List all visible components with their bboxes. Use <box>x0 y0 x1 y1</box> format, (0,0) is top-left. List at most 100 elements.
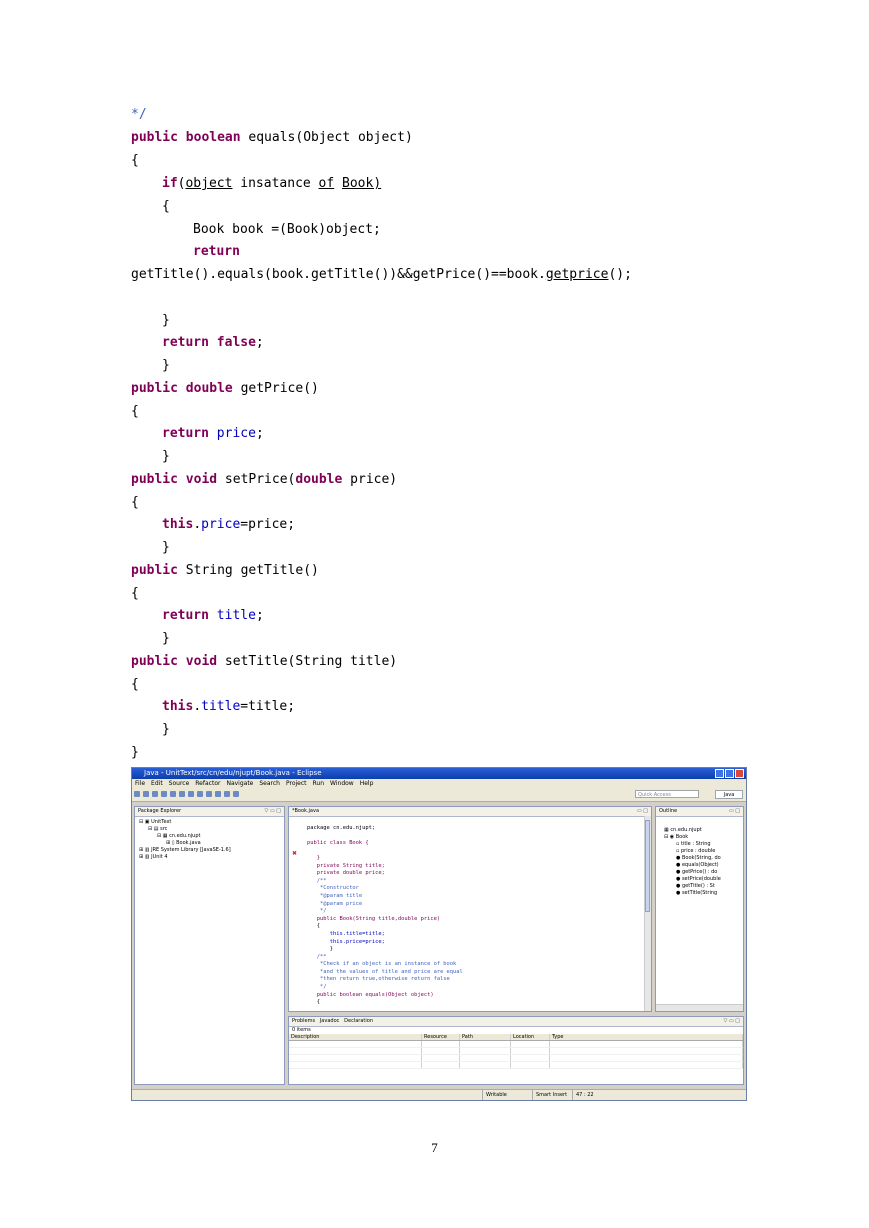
menu-run[interactable]: Run <box>313 780 325 787</box>
window-title: Java - UnitText/src/cn/edu/njupt/Book.ja… <box>144 769 322 777</box>
quick-access-input[interactable]: Quick Access <box>635 790 699 798</box>
code-line: public boolean equals(Object object) <box>131 130 413 145</box>
menu-help[interactable]: Help <box>360 780 374 787</box>
code-line: } <box>162 449 170 464</box>
code-line: */ <box>131 107 147 122</box>
code-line: return false; <box>162 335 264 350</box>
new-icon[interactable] <box>134 791 140 797</box>
outline-item[interactable]: ● equals(Object) <box>664 862 743 869</box>
code-line: } <box>162 631 170 646</box>
outline-panel: Outline ▭ □ ▦ cn.edu.njupt ⊟ ◉ Book ▫ tit… <box>655 806 744 1012</box>
java-perspective-button[interactable]: Java <box>715 790 743 799</box>
window-title-bar: Java - UnitText/src/cn/edu/njupt/Book.ja… <box>132 768 746 779</box>
menu-source[interactable]: Source <box>169 780 190 787</box>
back-icon[interactable] <box>224 791 230 797</box>
status-cursor-position: 47 : 22 <box>572 1090 594 1100</box>
menu-bar: File Edit Source Refactor Navigate Search Proj… <box>132 779 746 788</box>
code-editor[interactable]: package cn.edu.njupt; public class Book … <box>289 817 651 1007</box>
run-icon[interactable] <box>170 791 176 797</box>
menu-edit[interactable]: Edit <box>151 780 163 787</box>
menu-search[interactable]: Search <box>259 780 280 787</box>
code-line: { <box>162 199 170 214</box>
menu-window[interactable]: Window <box>330 780 354 787</box>
outline-item[interactable]: ▫ title : String <box>664 841 743 848</box>
minimize-icon[interactable] <box>715 769 724 778</box>
debug-icon[interactable] <box>161 791 167 797</box>
table-row <box>289 1054 743 1062</box>
tab-package-explorer[interactable]: Package Explorer ▽ ▭ □ <box>135 807 284 817</box>
editor-scrollbar[interactable] <box>644 816 651 1011</box>
tab-javadoc[interactable]: Javadoc <box>320 1018 340 1024</box>
code-line: public String getTitle() <box>131 563 319 578</box>
next-annotation-icon[interactable] <box>215 791 221 797</box>
page-number: 7 <box>431 1140 438 1155</box>
menu-file[interactable]: File <box>135 780 145 787</box>
tab-declaration[interactable]: Declaration <box>344 1018 373 1024</box>
editor-panel: *Book.java ▭ □ ✖ package cn.edu.njupt; pu… <box>288 806 652 1012</box>
status-bar: Writable Smart Insert 47 : 22 <box>132 1089 746 1100</box>
tree-item-project[interactable]: ⊟ ▣ UnitText <box>139 819 284 826</box>
tree-item-junit[interactable]: ⊞ ▥ JUnit 4 <box>139 854 284 861</box>
outline-item[interactable]: ● getPrice() : do <box>664 869 743 876</box>
problems-panel: Problems Javadoc Declaration ▽ ▭ □ 0 ite… <box>288 1016 744 1085</box>
print-icon[interactable] <box>152 791 158 797</box>
package-explorer-panel: Package Explorer ▽ ▭ □ ⊟ ▣ UnitText ⊟ ▤ s… <box>134 806 285 1085</box>
code-line: { <box>131 677 139 692</box>
code-line: getTitle().equals(book.getTitle())&&getP… <box>131 267 632 282</box>
menu-project[interactable]: Project <box>286 780 307 787</box>
outline-item[interactable]: ● getTitle() : St <box>664 883 743 890</box>
close-icon[interactable] <box>735 769 744 778</box>
error-marker-icon[interactable]: ✖ <box>292 850 297 857</box>
tree-item-src[interactable]: ⊟ ▤ src <box>139 826 284 833</box>
tree-item-book-java[interactable]: ⊞ ▯ Book.java <box>139 840 284 847</box>
eclipse-screenshot: Java - UnitText/src/cn/edu/njupt/Book.ja… <box>131 767 747 1101</box>
table-row <box>289 1047 743 1055</box>
menu-refactor[interactable]: Refactor <box>195 780 220 787</box>
code-line: { <box>131 586 139 601</box>
tab-outline[interactable]: Outline ▭ □ <box>656 807 743 817</box>
code-line: return price; <box>162 426 264 441</box>
open-type-icon[interactable] <box>197 791 203 797</box>
code-line: if(object insatance of Book) <box>162 176 382 191</box>
table-row <box>289 1061 743 1069</box>
problems-table: Description Resource Path Location Type <box>289 1034 743 1069</box>
code-line: Book book =(Book)object; <box>193 222 381 237</box>
search-icon[interactable] <box>206 791 212 797</box>
code-line: } <box>162 358 170 373</box>
table-row <box>289 1040 743 1048</box>
forward-icon[interactable] <box>233 791 239 797</box>
code-line: { <box>131 495 139 510</box>
status-insert-mode: Smart Insert <box>532 1090 567 1100</box>
new-package-icon[interactable] <box>179 791 185 797</box>
maximize-icon[interactable] <box>725 769 734 778</box>
tab-problems[interactable]: Problems <box>292 1018 315 1024</box>
outline-item[interactable]: ● Book(String, do <box>664 855 743 862</box>
problems-count: 0 items <box>292 1027 311 1033</box>
code-line: } <box>131 745 139 760</box>
tree-item-jre[interactable]: ⊞ ▥ JRE System Library [JavaSE-1.6] <box>139 847 284 854</box>
code-line: { <box>131 404 139 419</box>
new-class-icon[interactable] <box>188 791 194 797</box>
outline-item[interactable]: ● setPrice(double <box>664 876 743 883</box>
tree-item-package[interactable]: ⊟ ▦ cn.edu.njupt <box>139 833 284 840</box>
code-line: } <box>162 540 170 555</box>
save-icon[interactable] <box>143 791 149 797</box>
code-line: this.title=title; <box>162 699 296 714</box>
code-line: public void setTitle(String title) <box>131 654 398 669</box>
status-writable: Writable <box>482 1090 507 1100</box>
scroll-thumb[interactable] <box>645 820 650 912</box>
code-line: public double getPrice() <box>131 381 319 396</box>
menu-navigate[interactable]: Navigate <box>226 780 253 787</box>
outline-item[interactable]: ▦ cn.edu.njupt <box>664 827 743 834</box>
code-line: { <box>131 153 139 168</box>
outline-item[interactable]: ● setTitle(String <box>664 890 743 897</box>
outline-item[interactable]: ▫ price : double <box>664 848 743 855</box>
outline-scrollbar[interactable] <box>656 1004 743 1011</box>
code-line: } <box>162 722 170 737</box>
code-line: return title; <box>162 608 264 623</box>
tab-book-java[interactable]: *Book.java ▭ □ <box>289 807 651 817</box>
toolbar: Quick Access Java <box>132 788 746 802</box>
outline-item[interactable]: ⊟ ◉ Book <box>664 834 743 841</box>
problems-tab-bar: Problems Javadoc Declaration ▽ ▭ □ <box>289 1017 743 1027</box>
code-line: return <box>193 244 240 259</box>
